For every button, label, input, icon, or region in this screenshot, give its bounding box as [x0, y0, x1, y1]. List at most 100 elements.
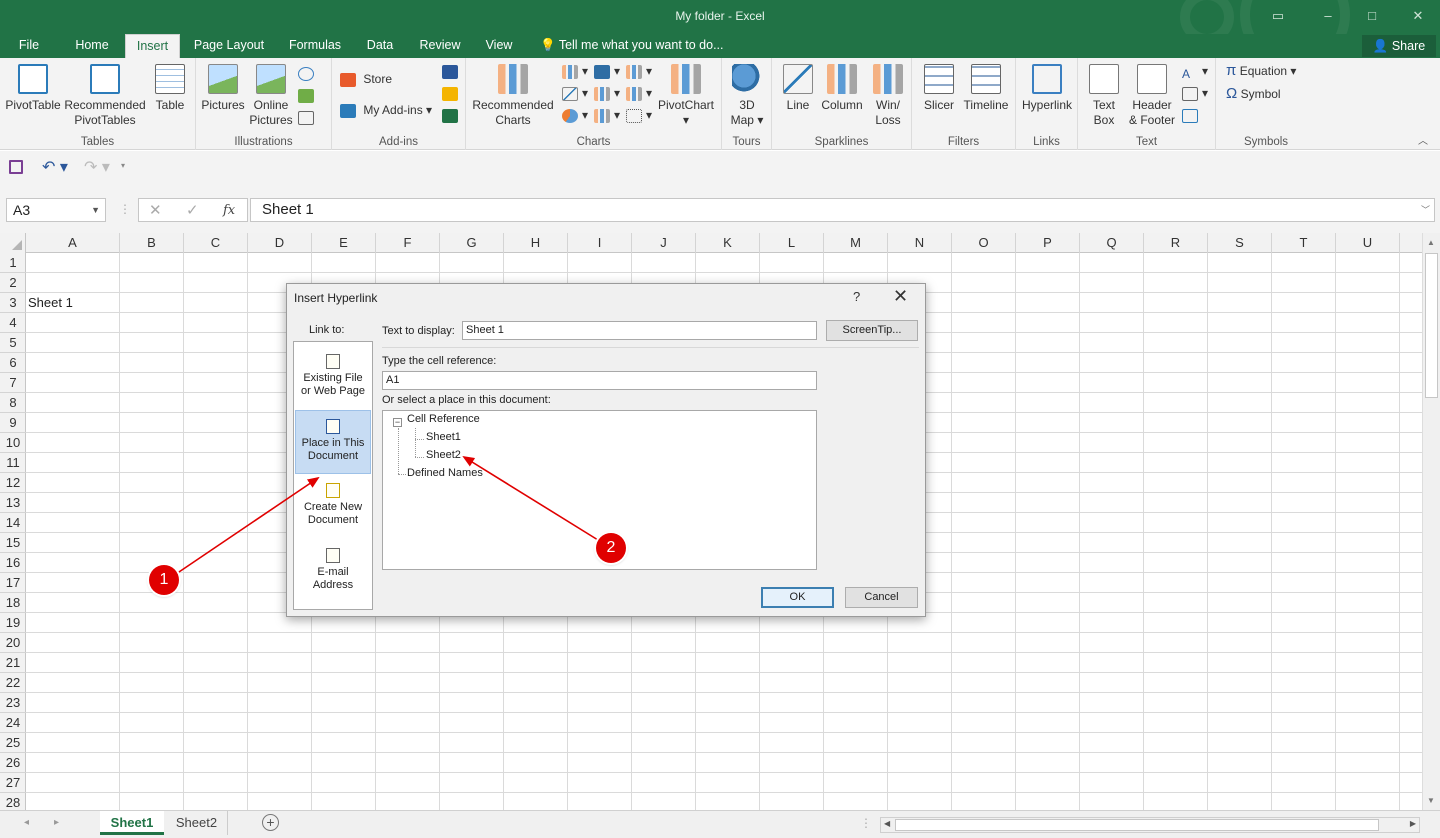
- sparkline-line-button[interactable]: Line: [778, 64, 818, 113]
- column-header[interactable]: N: [888, 233, 952, 253]
- pictures-button[interactable]: Pictures: [200, 64, 246, 113]
- column-header[interactable]: I: [568, 233, 632, 253]
- customize-qat-icon[interactable]: ▾: [121, 161, 125, 170]
- next-sheet-icon[interactable]: ▸: [54, 817, 59, 828]
- horizontal-scrollbar[interactable]: ◀ ▶: [880, 817, 1420, 833]
- hierarchy-chart-button[interactable]: ▾: [594, 62, 620, 80]
- new-sheet-icon[interactable]: +: [262, 814, 279, 831]
- row-header[interactable]: 16: [0, 553, 26, 573]
- shapes-button[interactable]: [298, 64, 318, 82]
- recommended-pivottables-button[interactable]: Recommended PivotTables: [62, 64, 148, 128]
- column-header[interactable]: T: [1272, 233, 1336, 253]
- cancel-button[interactable]: Cancel: [845, 587, 918, 608]
- row-header[interactable]: 10: [0, 433, 26, 453]
- ok-button[interactable]: OK: [761, 587, 834, 608]
- scroll-right-icon[interactable]: ▶: [1410, 819, 1416, 828]
- share-button[interactable]: 👤 Share: [1362, 35, 1436, 57]
- prev-sheet-icon[interactable]: ◂: [24, 817, 29, 828]
- tab-data[interactable]: Data: [362, 34, 398, 58]
- store-button[interactable]: Store: [340, 70, 392, 88]
- column-header[interactable]: B: [120, 233, 184, 253]
- recommended-charts-button[interactable]: Recommended Charts: [470, 64, 556, 128]
- expand-formula-icon[interactable]: ﹀: [1421, 203, 1430, 216]
- slicer-button[interactable]: Slicer: [918, 64, 960, 113]
- equation-button[interactable]: π Equation ▾: [1226, 62, 1296, 80]
- row-header[interactable]: 9: [0, 413, 26, 433]
- sheet-tab-sheet1[interactable]: Sheet1: [100, 811, 164, 835]
- formula-input[interactable]: Sheet 1: [250, 198, 1435, 222]
- column-header[interactable]: P: [1016, 233, 1080, 253]
- sparkline-column-button[interactable]: Column: [818, 64, 866, 113]
- tell-me-search[interactable]: 💡 Tell me what you want to do...: [540, 34, 724, 58]
- vertical-scrollbar[interactable]: ▲ ▼: [1422, 233, 1440, 810]
- column-header[interactable]: M: [824, 233, 888, 253]
- row-header[interactable]: 11: [0, 453, 26, 473]
- waterfall-chart-button[interactable]: ▾: [626, 62, 652, 80]
- row-header[interactable]: 6: [0, 353, 26, 373]
- row-header[interactable]: 5: [0, 333, 26, 353]
- header-footer-button[interactable]: Header & Footer: [1126, 64, 1178, 128]
- scatter-chart-button[interactable]: ▾: [626, 106, 652, 124]
- insert-function-icon[interactable]: fx: [223, 203, 235, 218]
- sheet-tab-sheet2[interactable]: Sheet2: [166, 811, 228, 835]
- my-addins-button[interactable]: My Add-ins ▾: [340, 101, 432, 119]
- symbol-button[interactable]: Ω Symbol: [1226, 85, 1281, 103]
- tree-node-sheet1[interactable]: Sheet1: [426, 431, 461, 443]
- row-header[interactable]: 18: [0, 593, 26, 613]
- people-graph-button[interactable]: [442, 62, 462, 80]
- column-chart-button[interactable]: ▾: [562, 62, 588, 80]
- text-to-display-input[interactable]: Sheet 1: [462, 321, 817, 340]
- close-window-button[interactable]: ✕: [1406, 6, 1430, 26]
- row-header[interactable]: 2: [0, 273, 26, 293]
- tab-formulas[interactable]: Formulas: [284, 34, 346, 58]
- bar-chart-button[interactable]: ▾: [594, 106, 620, 124]
- 3d-map-button[interactable]: 3D Map ▾: [724, 64, 770, 128]
- column-header[interactable]: H: [504, 233, 568, 253]
- sparkline-winloss-button[interactable]: Win/ Loss: [868, 64, 908, 128]
- row-header[interactable]: 22: [0, 673, 26, 693]
- pivotchart-button[interactable]: PivotChart ▾: [654, 64, 718, 128]
- cancel-icon[interactable]: ✕: [149, 201, 162, 219]
- row-header[interactable]: 1: [0, 253, 26, 273]
- column-header[interactable]: U: [1336, 233, 1400, 253]
- scroll-down-icon[interactable]: ▼: [1427, 796, 1435, 805]
- cell-reference-input[interactable]: A1: [382, 371, 817, 390]
- link-place-in-document[interactable]: Place in This Document: [295, 410, 371, 474]
- row-header[interactable]: 15: [0, 533, 26, 553]
- enter-icon[interactable]: ✓: [186, 201, 199, 219]
- scroll-left-icon[interactable]: ◀: [884, 819, 890, 828]
- timeline-button[interactable]: Timeline: [960, 64, 1012, 113]
- screenshot-button[interactable]: [298, 108, 318, 126]
- pivottable-button[interactable]: PivotTable: [4, 64, 62, 113]
- row-header[interactable]: 23: [0, 693, 26, 713]
- screentip-button[interactable]: ScreenTip...: [826, 320, 918, 341]
- help-icon[interactable]: ?: [853, 289, 860, 304]
- link-existing-file[interactable]: Existing File or Web Page: [295, 346, 371, 410]
- tab-page-layout[interactable]: Page Layout: [190, 34, 268, 58]
- column-header[interactable]: R: [1144, 233, 1208, 253]
- row-header[interactable]: 4: [0, 313, 26, 333]
- column-header[interactable]: K: [696, 233, 760, 253]
- column-header[interactable]: G: [440, 233, 504, 253]
- row-header[interactable]: 7: [0, 373, 26, 393]
- row-header[interactable]: 26: [0, 753, 26, 773]
- link-create-new-document[interactable]: Create New Document: [295, 475, 371, 539]
- minimize-button[interactable]: –: [1316, 6, 1340, 26]
- link-email-address[interactable]: E-mail Address: [295, 540, 371, 604]
- column-header[interactable]: A: [26, 233, 120, 253]
- tab-file[interactable]: File: [10, 34, 48, 58]
- vertical-scroll-thumb[interactable]: [1425, 253, 1438, 398]
- row-header[interactable]: 25: [0, 733, 26, 753]
- column-header[interactable]: S: [1208, 233, 1272, 253]
- smartart-button[interactable]: [298, 86, 318, 104]
- row-header[interactable]: 24: [0, 713, 26, 733]
- save-icon[interactable]: [9, 160, 23, 174]
- collapse-tree-icon[interactable]: −: [393, 418, 402, 427]
- hyperlink-button[interactable]: Hyperlink: [1018, 64, 1076, 113]
- tab-insert[interactable]: Insert: [125, 34, 180, 58]
- table-button[interactable]: Table: [150, 64, 190, 113]
- column-header[interactable]: F: [376, 233, 440, 253]
- pie-chart-button[interactable]: ▾: [562, 106, 588, 124]
- horizontal-scroll-thumb[interactable]: [895, 819, 1379, 831]
- row-header[interactable]: 21: [0, 653, 26, 673]
